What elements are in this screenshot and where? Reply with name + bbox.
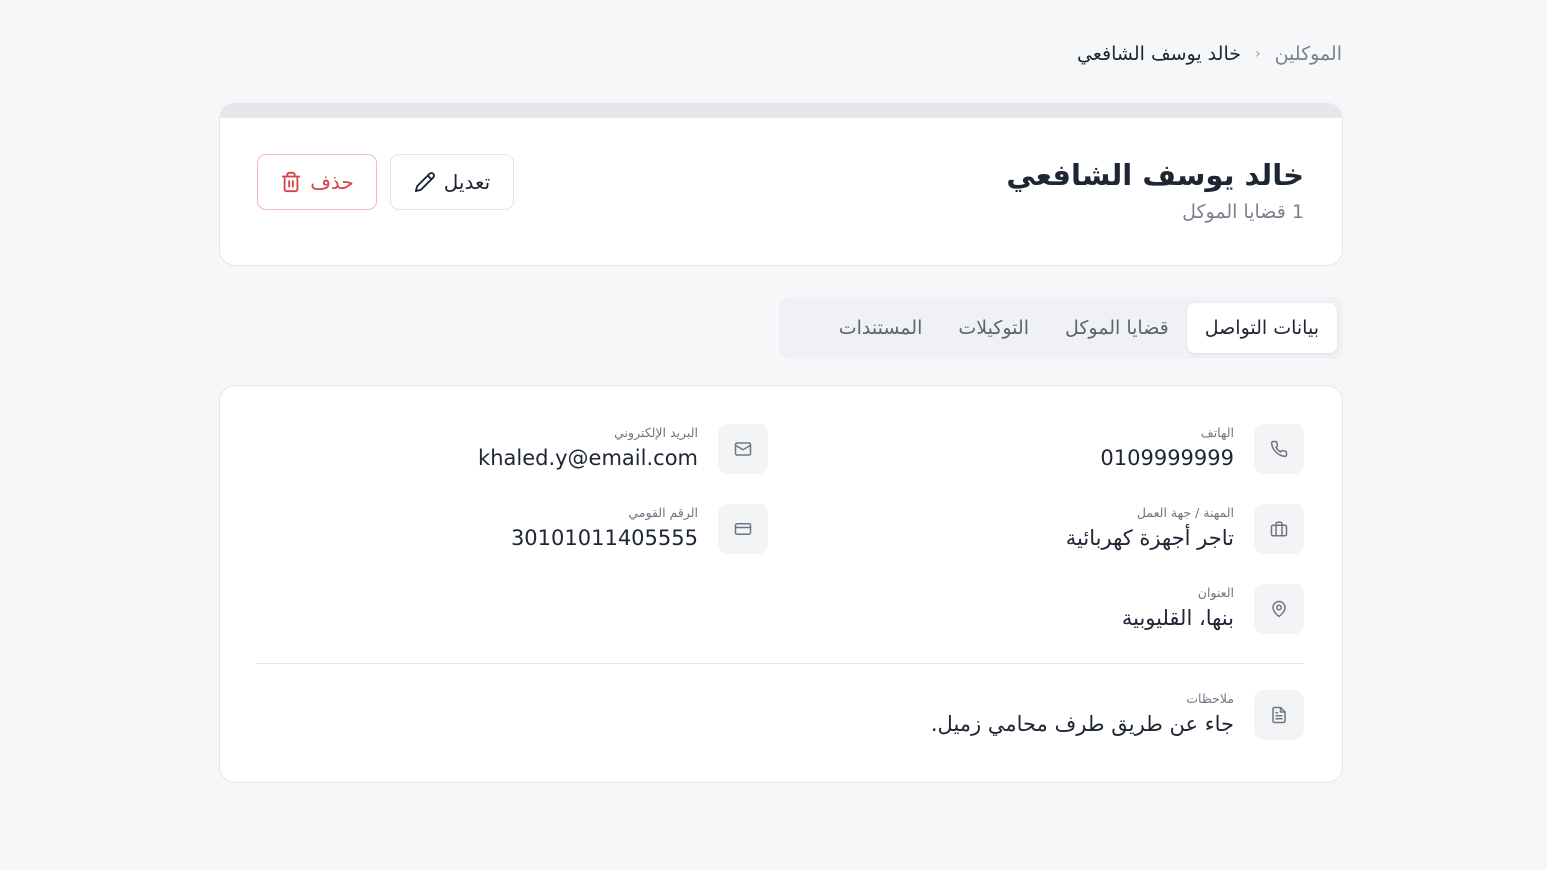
- occupation-value: تاجر أجهزة كهربائية: [1065, 526, 1234, 550]
- notes-label: ملاحظات: [1186, 691, 1234, 706]
- occupation-label: المهنة / جهة العمل: [1136, 505, 1234, 520]
- phone-icon: [1270, 440, 1288, 458]
- field-notes: ملاحظات جاء عن طريق طرف محامي زميل.: [931, 690, 1304, 740]
- national-id-value: 30101011405555: [510, 526, 698, 550]
- chevron-left-icon: ‹: [1254, 46, 1261, 62]
- document-icon: [1272, 706, 1286, 724]
- briefcase-icon-box: [1254, 504, 1304, 554]
- field-national-id: الرقم القومي 30101011405555: [511, 504, 768, 554]
- map-pin-icon-box: [1254, 584, 1304, 634]
- id-card-icon-box: [718, 504, 768, 554]
- phone-value: 0109999999: [1100, 446, 1234, 470]
- client-cases-count: 1 قضايا الموكل: [1182, 201, 1304, 223]
- document-icon-box: [1254, 690, 1304, 740]
- tab-documents[interactable]: المستندات: [821, 303, 941, 353]
- edit-button[interactable]: تعديل: [390, 154, 514, 210]
- delete-button-label: حذف: [310, 170, 354, 194]
- map-pin-icon: [1272, 600, 1286, 618]
- tab-contact-info[interactable]: بيانات التواصل: [1186, 303, 1337, 353]
- tab-list: بيانات التواصل قضايا الموكل التوكيلات ال…: [779, 297, 1343, 359]
- field-occupation: المهنة / جهة العمل تاجر أجهزة كهربائية: [1066, 504, 1304, 554]
- breadcrumb: الموكلين ‹ خالد يوسف الشافعي: [1077, 43, 1342, 65]
- field-email: البريد الإلكتروني khaled.y@email.com: [478, 424, 768, 474]
- pencil-icon: [414, 172, 435, 193]
- section-divider: [257, 663, 1304, 664]
- national-id-label: الرقم القومي: [628, 505, 698, 520]
- mail-icon-box: [718, 424, 768, 474]
- field-phone: الهاتف 0109999999: [1100, 424, 1304, 474]
- trash-icon: [282, 171, 301, 193]
- address-label: العنوان: [1197, 585, 1234, 600]
- id-card-icon: [734, 523, 752, 535]
- tab-client-cases[interactable]: قضايا الموكل: [1047, 303, 1187, 353]
- delete-button[interactable]: حذف: [257, 154, 377, 210]
- contact-details-card: الهاتف 0109999999 البريد الإلكتروني khal…: [219, 385, 1343, 783]
- field-address: العنوان بنها، القليوبية: [1122, 584, 1304, 634]
- page-title: خالد يوسف الشافعي: [1006, 158, 1304, 192]
- phone-label: الهاتف: [1200, 425, 1234, 440]
- briefcase-icon: [1270, 521, 1288, 537]
- email-label: البريد الإلكتروني: [614, 425, 698, 440]
- address-value: بنها، القليوبية: [1121, 606, 1234, 630]
- breadcrumb-current: خالد يوسف الشافعي: [1077, 43, 1241, 65]
- mail-icon: [734, 442, 752, 456]
- client-header-card: خالد يوسف الشافعي 1 قضايا الموكل تعديل ح…: [219, 103, 1343, 266]
- phone-icon-box: [1254, 424, 1304, 474]
- card-top-strip: [220, 104, 1342, 118]
- breadcrumb-clients-link[interactable]: الموكلين: [1275, 43, 1342, 65]
- client-profile-page: الموكلين ‹ خالد يوسف الشافعي خالد يوسف ا…: [0, 0, 1547, 870]
- notes-value: جاء عن طريق طرف محامي زميل.: [930, 712, 1234, 736]
- tab-power-of-attorney[interactable]: التوكيلات: [940, 303, 1047, 353]
- email-value: khaled.y@email.com: [478, 446, 698, 470]
- edit-button-label: تعديل: [443, 170, 491, 194]
